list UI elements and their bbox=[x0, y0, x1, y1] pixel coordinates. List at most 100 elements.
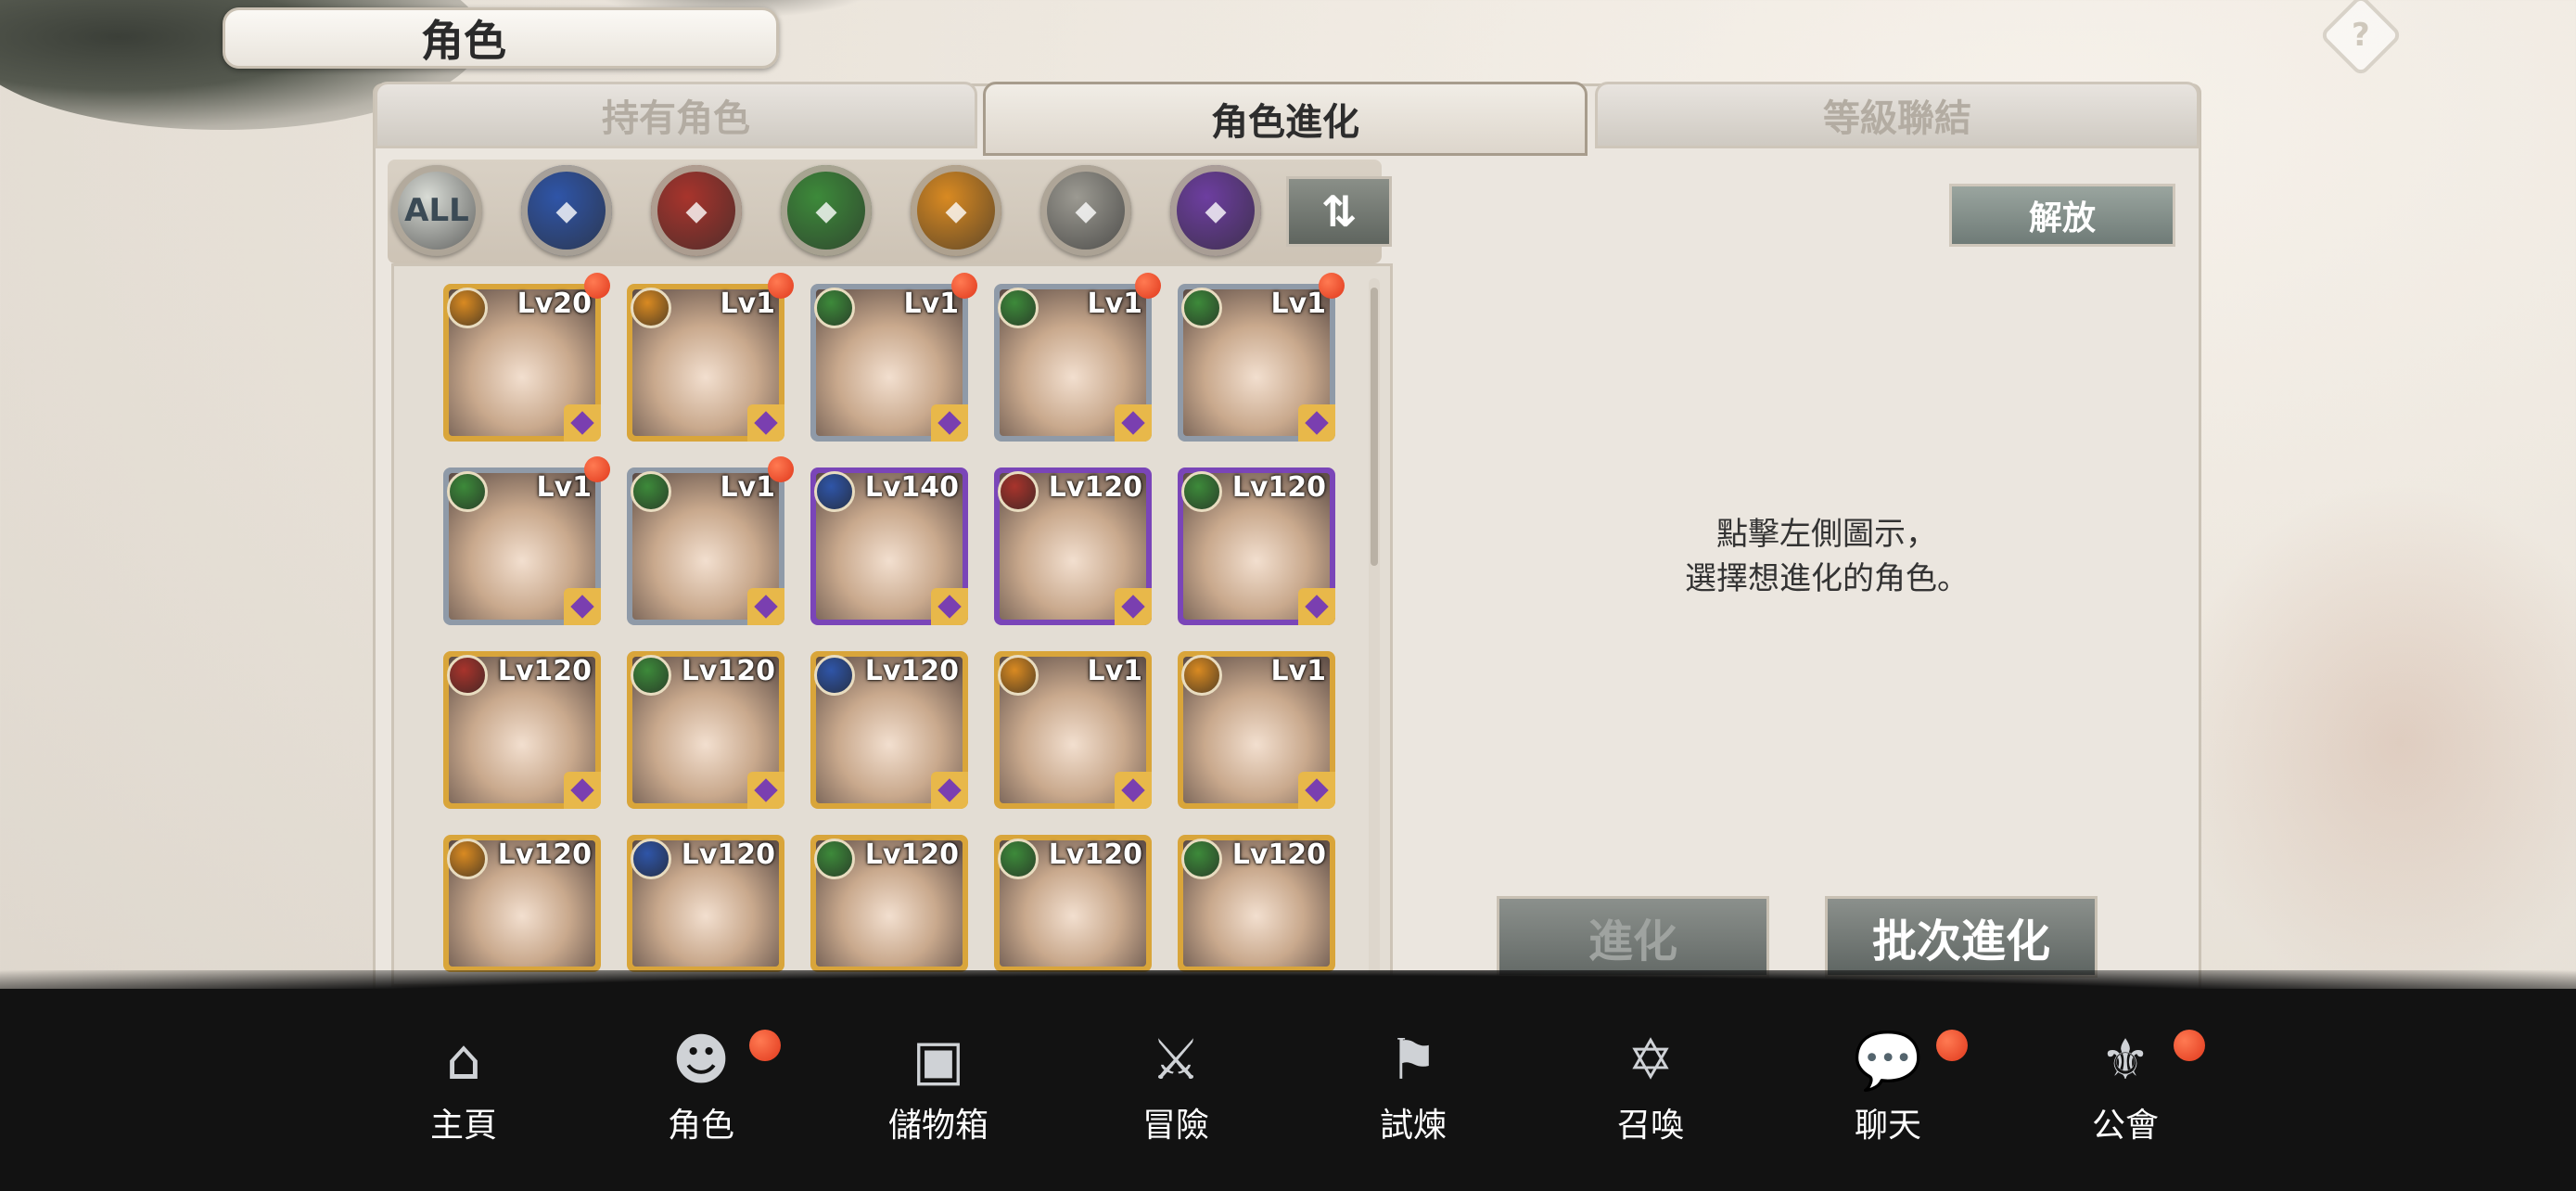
character-card[interactable]: Lv120 bbox=[1178, 835, 1335, 972]
notification-badge bbox=[749, 1030, 781, 1061]
character-level: Lv120 bbox=[497, 839, 592, 871]
character-level: Lv120 bbox=[1048, 471, 1142, 504]
character-level: Lv1 bbox=[720, 288, 775, 320]
character-level: Lv120 bbox=[681, 655, 775, 687]
unlock-button[interactable]: 解放 bbox=[1949, 184, 2175, 247]
nav-label: 角色 bbox=[667, 1107, 734, 1145]
rarity-gem-icon bbox=[1298, 404, 1335, 442]
new-badge bbox=[584, 273, 610, 299]
filter-wind-button[interactable]: ◆ bbox=[781, 165, 872, 256]
character-level: Lv1 bbox=[720, 471, 775, 504]
nav-item-storage-box[interactable]: ▣ 儲物箱 bbox=[846, 1028, 1031, 1145]
batch-evolve-button[interactable]: 批次進化 bbox=[1825, 896, 2098, 978]
character-card[interactable]: Lv1 bbox=[627, 467, 784, 625]
wind-element-icon bbox=[814, 288, 855, 328]
fire-element-icon: ◆ bbox=[685, 194, 708, 227]
character-level: Lv120 bbox=[1048, 839, 1142, 871]
notification-badge bbox=[1936, 1030, 1968, 1061]
dark-element-icon: ◆ bbox=[1205, 194, 1227, 227]
character-card[interactable]: Lv1 bbox=[1178, 284, 1335, 442]
character-card[interactable]: Lv1 bbox=[994, 651, 1152, 809]
character-level: Lv120 bbox=[1231, 839, 1326, 871]
tab-owned-characters[interactable]: 持有角色 bbox=[375, 82, 977, 148]
character-card[interactable]: Lv1 bbox=[994, 284, 1152, 442]
evolve-button[interactable]: 進化 bbox=[1497, 896, 1769, 978]
character-card[interactable]: Lv120 bbox=[627, 651, 784, 809]
wind-element-icon bbox=[447, 471, 488, 512]
filter-light-button[interactable]: ◆ bbox=[911, 165, 1001, 256]
character-card[interactable]: Lv1 bbox=[627, 284, 784, 442]
wind-element-icon bbox=[1181, 288, 1222, 328]
character-card[interactable]: Lv20 bbox=[443, 284, 601, 442]
guild-emblem-icon: ⚜ bbox=[2100, 1028, 2150, 1093]
filter-fire-button[interactable]: ◆ bbox=[651, 165, 742, 256]
character-card[interactable]: Lv120 bbox=[994, 467, 1152, 625]
rarity-gem-icon bbox=[1115, 588, 1152, 625]
tab-level-link[interactable]: 等級聯結 bbox=[1595, 82, 2200, 148]
rarity-gem-icon bbox=[931, 588, 968, 625]
light-element-icon bbox=[447, 288, 488, 328]
rarity-gem-icon bbox=[1115, 404, 1152, 442]
character-card[interactable]: Lv120 bbox=[443, 651, 601, 809]
character-level: Lv1 bbox=[536, 471, 592, 504]
new-badge bbox=[1135, 273, 1161, 299]
rarity-gem-icon bbox=[564, 404, 601, 442]
nav-label: 儲物箱 bbox=[887, 1107, 988, 1145]
characters-icon: ☻ bbox=[671, 1028, 731, 1093]
help-button[interactable]: ? bbox=[2318, 0, 2404, 78]
character-level: Lv120 bbox=[1231, 471, 1326, 504]
scrollbar-thumb[interactable] bbox=[1371, 288, 1378, 566]
nav-item-summon-hexagram[interactable]: ✡ 召喚 bbox=[1558, 1028, 1743, 1145]
filter-all-button[interactable]: ALL bbox=[391, 165, 482, 256]
character-card[interactable]: Lv120 bbox=[810, 835, 968, 972]
character-card[interactable]: Lv120 bbox=[810, 651, 968, 809]
nav-label: 公會 bbox=[2091, 1107, 2159, 1145]
selection-hint: 點擊左側圖示， 選擇想進化的角色。 bbox=[1632, 512, 2021, 601]
character-level: Lv1 bbox=[1270, 288, 1326, 320]
wind-element-icon bbox=[631, 655, 671, 696]
rarity-gem-icon bbox=[931, 772, 968, 809]
sort-button[interactable]: ⇅ bbox=[1286, 176, 1392, 247]
filter-water-button[interactable]: ◆ bbox=[521, 165, 612, 256]
wind-element-icon bbox=[998, 288, 1039, 328]
character-level: Lv120 bbox=[864, 839, 959, 871]
wind-element-icon bbox=[1181, 839, 1222, 879]
light-element-icon bbox=[447, 839, 488, 879]
nav-item-home[interactable]: ⌂ 主頁 bbox=[371, 1028, 556, 1145]
chat-icon: 💬 bbox=[1853, 1028, 1923, 1094]
water-element-icon bbox=[814, 471, 855, 512]
character-level: Lv120 bbox=[864, 655, 959, 687]
character-card[interactable]: Lv120 bbox=[627, 835, 784, 972]
character-card[interactable]: Lv120 bbox=[1178, 467, 1335, 625]
nav-item-crossed-swords[interactable]: ⚔ 冒險 bbox=[1083, 1028, 1269, 1145]
tab-character-evolution[interactable]: 角色進化 bbox=[983, 82, 1588, 156]
water-element-icon: ◆ bbox=[555, 194, 578, 227]
water-element-icon bbox=[631, 839, 671, 879]
rarity-gem-icon bbox=[564, 588, 601, 625]
rarity-gem-icon bbox=[747, 404, 784, 442]
character-card[interactable]: Lv140 bbox=[810, 467, 968, 625]
water-element-icon bbox=[814, 655, 855, 696]
filter-dark-button[interactable]: ◆ bbox=[1170, 165, 1261, 256]
nav-item-flag[interactable]: ⚑ 試煉 bbox=[1320, 1028, 1506, 1145]
page-title-plate: 角色 bbox=[223, 7, 779, 69]
wind-element-icon: ◆ bbox=[815, 194, 837, 227]
wind-element-icon bbox=[1181, 471, 1222, 512]
rarity-gem-icon bbox=[747, 772, 784, 809]
character-level: Lv1 bbox=[1270, 655, 1326, 687]
character-card[interactable]: Lv1 bbox=[443, 467, 601, 625]
character-card[interactable]: Lv120 bbox=[994, 835, 1152, 972]
wind-element-icon bbox=[814, 839, 855, 879]
character-level: Lv1 bbox=[1087, 655, 1142, 687]
character-card[interactable]: Lv1 bbox=[810, 284, 968, 442]
character-card[interactable]: Lv120 bbox=[443, 835, 601, 972]
new-badge bbox=[951, 273, 977, 299]
question-icon: ? bbox=[2352, 16, 2370, 54]
character-card[interactable]: Lv1 bbox=[1178, 651, 1335, 809]
filter-neutral-button[interactable]: ◆ bbox=[1040, 165, 1131, 256]
hint-line: 點擊左側圖示， bbox=[1716, 516, 1937, 553]
rarity-gem-icon bbox=[1298, 588, 1335, 625]
nav-label: 聊天 bbox=[1854, 1107, 1921, 1145]
new-badge bbox=[584, 456, 610, 482]
crossed-swords-icon: ⚔ bbox=[1151, 1028, 1201, 1093]
